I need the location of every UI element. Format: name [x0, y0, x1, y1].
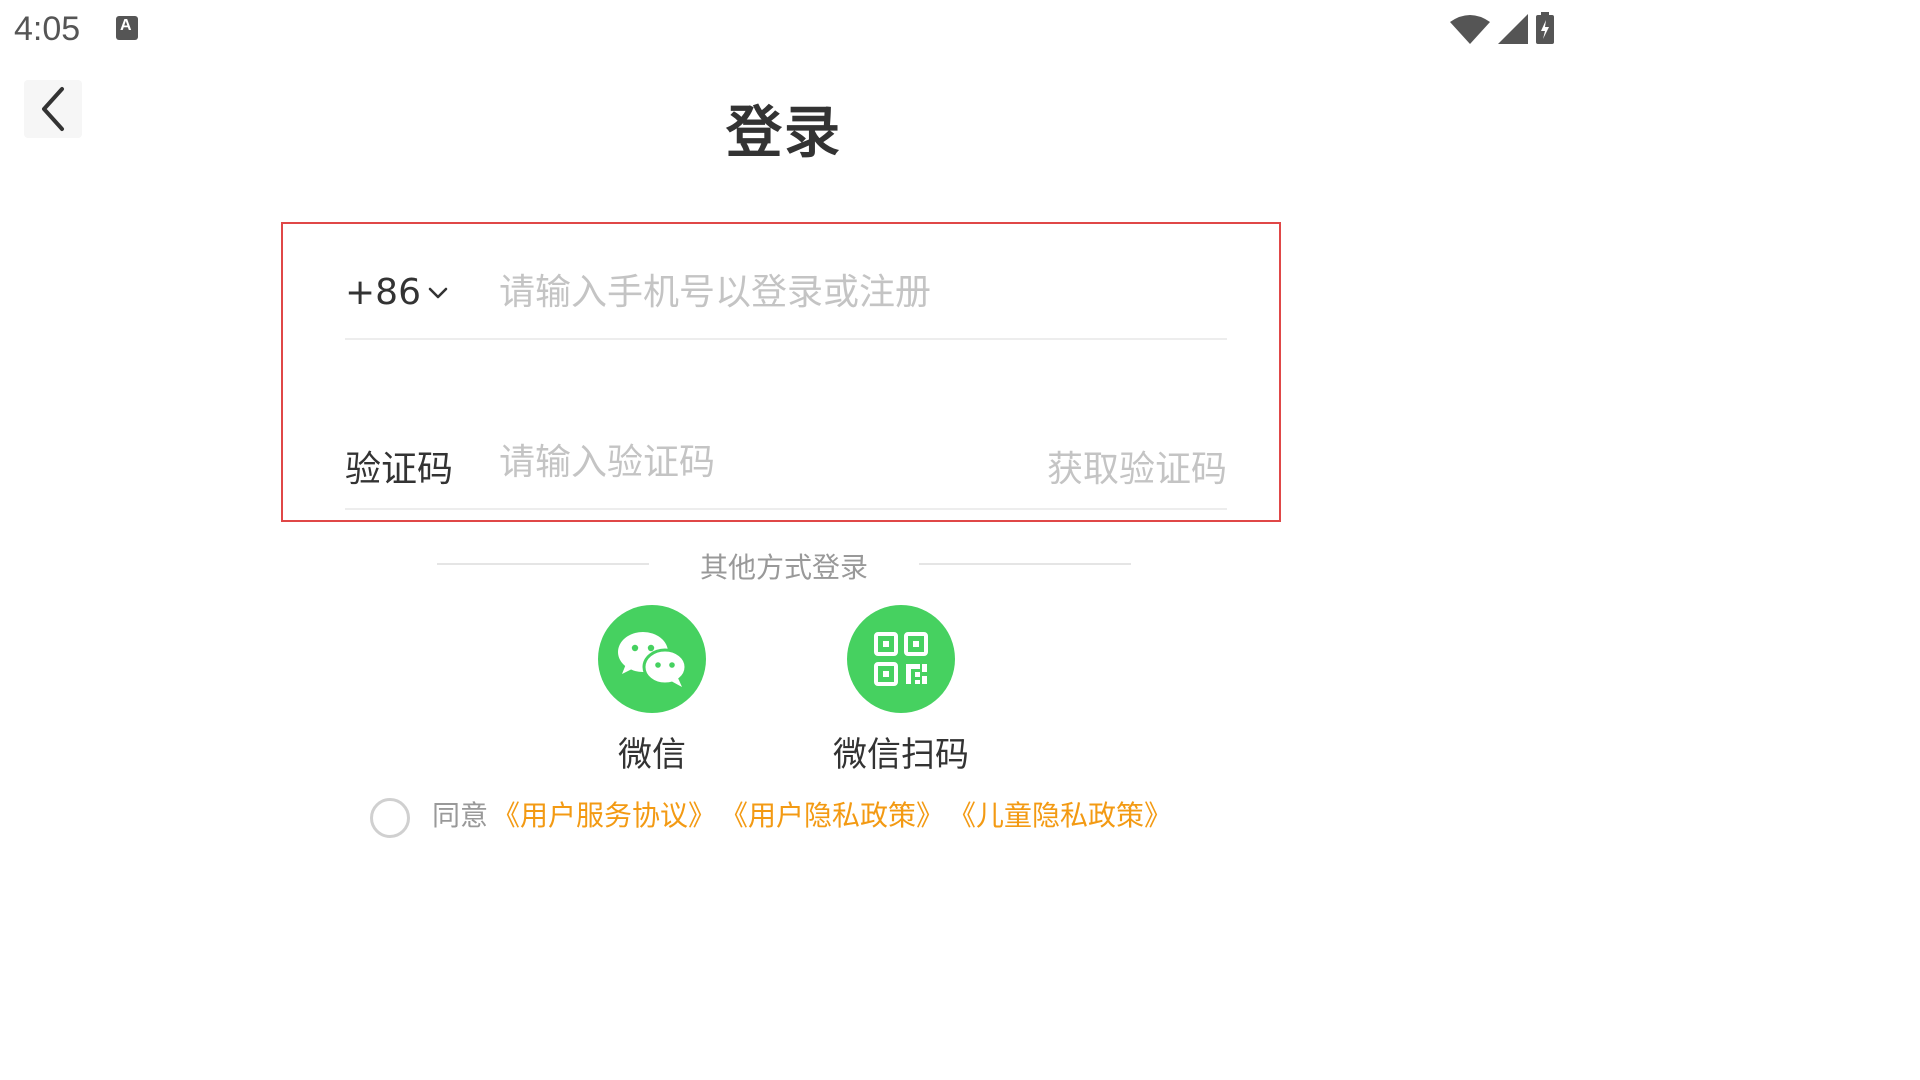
- wechat-login-label: 微信: [618, 735, 686, 775]
- page-title: 登录: [726, 101, 842, 166]
- battery-icon: [1536, 12, 1554, 44]
- divider-right: [919, 563, 1131, 565]
- status-time: 4:05: [14, 10, 81, 48]
- children-privacy-policy-link[interactable]: 《儿童隐私政策》: [948, 794, 1172, 834]
- wechat-login-circle[interactable]: [598, 605, 706, 713]
- signal-icon: [1498, 14, 1528, 44]
- other-login-label: 其他方式登录: [699, 551, 868, 584]
- wifi-icon: [1450, 15, 1490, 44]
- status-icons: [1450, 12, 1554, 44]
- get-code-button[interactable]: 获取验证码: [1047, 440, 1227, 492]
- login-form: +86 验证码 获取验证码: [281, 222, 1281, 522]
- phone-input[interactable]: [499, 266, 1019, 318]
- agreement-row: 同意 《用户服务协议》 《用户隐私政策》 《儿童隐私政策》: [370, 790, 1172, 838]
- wechat-qr-login-button[interactable]: 微信扫码: [801, 605, 1001, 776]
- code-label: 验证码: [345, 449, 454, 490]
- wechat-qr-login-circle[interactable]: [847, 605, 955, 713]
- notification-icon: [116, 16, 138, 40]
- agreement-prefix: 同意: [432, 799, 489, 832]
- phone-row: +86: [345, 246, 1227, 340]
- country-code-selector[interactable]: +86: [345, 272, 449, 313]
- chevron-down-icon: [428, 287, 448, 298]
- wechat-login-button[interactable]: 微信: [552, 605, 752, 776]
- qr-code-icon: [874, 632, 928, 686]
- agreement-checkbox[interactable]: [370, 798, 410, 838]
- wechat-qr-login-label: 微信扫码: [833, 735, 969, 775]
- user-service-agreement-link[interactable]: 《用户服务协议》: [492, 794, 716, 834]
- verification-code-input[interactable]: [499, 436, 1019, 488]
- wechat-icon: [618, 632, 688, 687]
- country-code-label: +86: [345, 272, 421, 313]
- user-privacy-policy-link[interactable]: 《用户隐私政策》: [720, 794, 944, 834]
- code-row: 验证码 获取验证码: [345, 416, 1227, 510]
